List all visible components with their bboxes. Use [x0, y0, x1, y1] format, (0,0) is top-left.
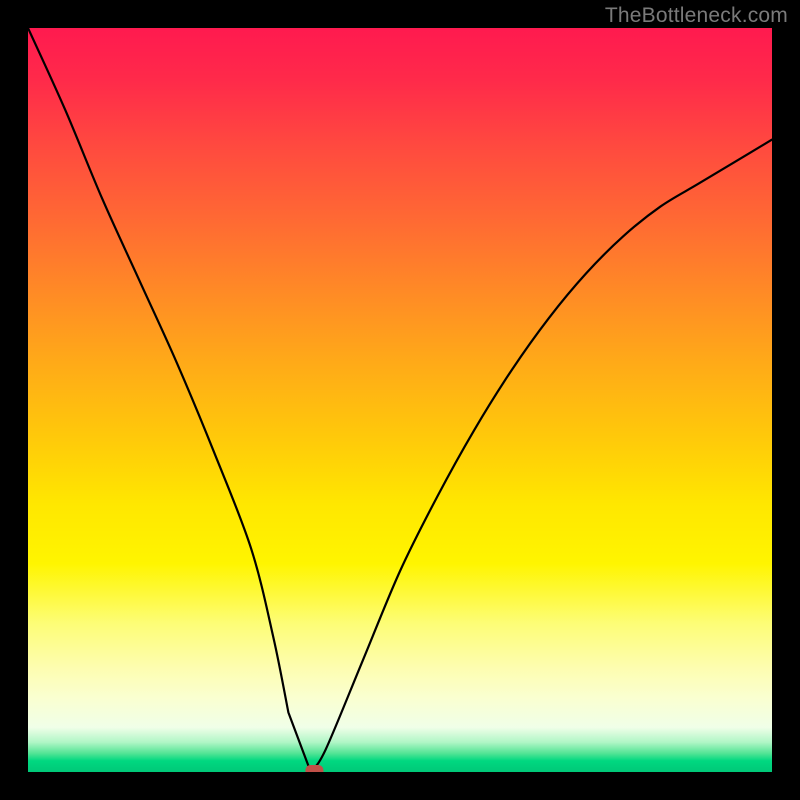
- optimal-marker: [305, 765, 323, 772]
- watermark-text: TheBottleneck.com: [605, 4, 788, 28]
- plot-area: [28, 28, 772, 772]
- bottleneck-curve: [28, 28, 772, 772]
- curve-layer: [28, 28, 772, 772]
- chart-frame: TheBottleneck.com: [0, 0, 800, 800]
